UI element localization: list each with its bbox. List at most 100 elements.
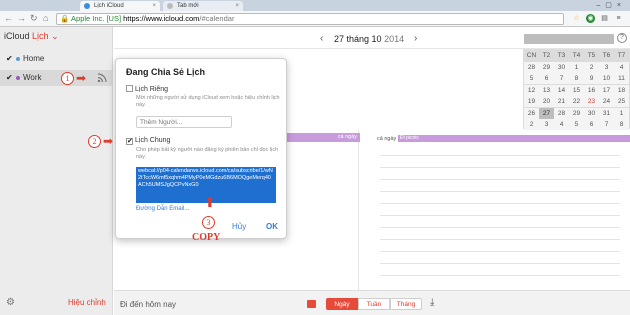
day-cell[interactable]: 25 <box>614 96 629 107</box>
day-cell[interactable]: 9 <box>584 73 599 84</box>
window-controls[interactable]: –▢× <box>596 1 626 9</box>
extension-icon[interactable]: ◉ <box>586 14 595 23</box>
day-cell[interactable]: 16 <box>584 84 599 96</box>
close-tab-icon[interactable]: × <box>235 1 239 11</box>
view-week-button[interactable]: Tuần <box>358 298 390 310</box>
day-cell[interactable]: 26 <box>524 107 539 119</box>
public-description: Cho phép bất kỳ người nào đăng ký phiên … <box>136 147 279 160</box>
reload-icon[interactable]: ↻ <box>30 13 38 24</box>
day-cell[interactable]: 27 <box>539 107 554 119</box>
day-cell[interactable]: 28 <box>524 61 539 73</box>
day-cell[interactable]: 15 <box>569 84 584 96</box>
day-cell[interactable]: 7 <box>599 119 614 130</box>
day-cell[interactable]: 7 <box>554 73 569 84</box>
menu-icon[interactable]: ≡ <box>614 14 623 23</box>
search-input[interactable] <box>524 34 614 44</box>
day-cell[interactable]: 5 <box>569 119 584 130</box>
day-cell[interactable]: 28 <box>554 107 569 119</box>
email-link-button[interactable]: Đường Dẫn Email... <box>136 206 189 212</box>
day-cell[interactable]: 12 <box>524 84 539 96</box>
previous-day-icon[interactable]: ‹ <box>320 33 323 44</box>
checkmark-icon[interactable]: ✔ <box>6 70 13 86</box>
day-cell[interactable]: 20 <box>539 96 554 107</box>
hour-gridline <box>380 239 620 240</box>
day-cell[interactable]: 8 <box>614 119 629 130</box>
help-icon[interactable]: ? <box>617 33 627 43</box>
cancel-button[interactable]: Hủy <box>232 222 246 231</box>
inbox-icon[interactable] <box>307 300 316 308</box>
settings-gear-icon[interactable]: ⚙ <box>6 297 15 308</box>
share-broadcast-icon[interactable] <box>97 73 107 85</box>
download-icon[interactable]: ⤓ <box>430 297 434 308</box>
browser-tab-new[interactable]: Tab mới × <box>163 1 243 11</box>
calendar-item-work[interactable]: ✔ Work <box>0 70 113 86</box>
private-calendar-option[interactable]: Lịch Riêng <box>126 85 168 93</box>
side-event-label: cả ngày <box>337 134 357 140</box>
day-cell[interactable]: 1 <box>569 61 584 73</box>
forward-arrow-icon[interactable]: → <box>17 13 26 23</box>
hour-gridline <box>380 227 620 228</box>
day-cell[interactable]: 8 <box>569 73 584 84</box>
day-cell[interactable]: 18 <box>614 84 629 96</box>
day-cell[interactable]: 4 <box>614 61 629 73</box>
next-day-icon[interactable]: › <box>414 33 417 44</box>
private-checkbox[interactable] <box>126 85 133 92</box>
public-checkbox[interactable]: ✔ <box>126 138 133 145</box>
day-cell[interactable]: 2 <box>524 119 539 130</box>
day-cell[interactable]: 3 <box>599 61 614 73</box>
checkmark-icon[interactable]: ✔ <box>6 51 13 67</box>
edit-button[interactable]: Hiệu chỉnh <box>68 298 106 307</box>
close-tab-icon[interactable]: × <box>152 1 156 11</box>
day-cell[interactable]: 11 <box>614 73 629 84</box>
bookmark-star-icon[interactable]: ☆ <box>572 14 581 23</box>
back-arrow-icon[interactable]: ← <box>4 13 13 23</box>
day-cell[interactable]: 30 <box>584 107 599 119</box>
day-cell[interactable]: 13 <box>539 84 554 96</box>
allday-event[interactable]: Đi picnic <box>398 135 630 142</box>
day-cell[interactable]: 17 <box>599 84 614 96</box>
day-cell[interactable]: 6 <box>539 73 554 84</box>
calendar-item-home[interactable]: ✔ Home <box>0 51 113 67</box>
day-cell[interactable]: 31 <box>599 107 614 119</box>
day-cell[interactable]: 29 <box>569 107 584 119</box>
day-cell[interactable]: 1 <box>614 107 629 119</box>
home-icon[interactable]: ⌂ <box>43 13 48 23</box>
public-calendar-option[interactable]: ✔ Lịch Chung <box>126 137 170 145</box>
hour-gridline <box>380 191 620 192</box>
day-cell[interactable]: 24 <box>599 96 614 107</box>
calendar-color-dot <box>16 76 20 80</box>
day-cell[interactable]: 22 <box>569 96 584 107</box>
day-cell[interactable]: 5 <box>524 73 539 84</box>
ok-button[interactable]: OK <box>266 222 278 231</box>
day-cell[interactable]: 4 <box>554 119 569 130</box>
page-icon[interactable]: ▤ <box>600 14 609 23</box>
view-day-button[interactable]: Ngày <box>326 298 358 310</box>
app-title[interactable]: iCloud Lịch ⌄ <box>4 31 59 42</box>
day-cell[interactable]: 21 <box>554 96 569 107</box>
weekday-header: T3 <box>554 50 569 61</box>
day-cell[interactable]: 29 <box>539 61 554 73</box>
copy-label: COPY <box>192 232 221 243</box>
day-cell[interactable]: 3 <box>539 119 554 130</box>
weekday-header: T5 <box>584 50 599 61</box>
day-cell[interactable]: 23 <box>584 96 599 107</box>
ev-certificate-label: Apple Inc. [US] <box>71 14 122 23</box>
address-bar[interactable]: 🔒 Apple Inc. [US] https://www.icloud.com… <box>56 13 564 25</box>
hour-gridline <box>380 179 620 180</box>
day-cell[interactable]: 30 <box>554 61 569 73</box>
browser-tab-icloud[interactable]: Lịch iCloud × <box>80 1 160 11</box>
day-cell[interactable]: 14 <box>554 84 569 96</box>
side-allday-event[interactable]: cả ngày <box>285 133 360 142</box>
goto-today-button[interactable]: Đi đến hôm nay <box>120 300 176 309</box>
day-cell[interactable]: 19 <box>524 96 539 107</box>
bottom-toolbar: Đi đến hôm nay Ngày Tuần Tháng ⤓ <box>114 290 630 315</box>
browser-tabstrip: Lịch iCloud × Tab mới × –▢× <box>0 0 630 11</box>
view-month-button[interactable]: Tháng <box>390 298 422 310</box>
day-cell[interactable]: 2 <box>584 61 599 73</box>
day-cell[interactable]: 10 <box>599 73 614 84</box>
add-people-input[interactable] <box>136 116 232 128</box>
day-cell[interactable]: 6 <box>584 119 599 130</box>
allday-label: cả ngày <box>377 136 397 142</box>
tab-label: Tab mới <box>177 3 199 9</box>
step-3-marker: 3 <box>202 216 215 229</box>
